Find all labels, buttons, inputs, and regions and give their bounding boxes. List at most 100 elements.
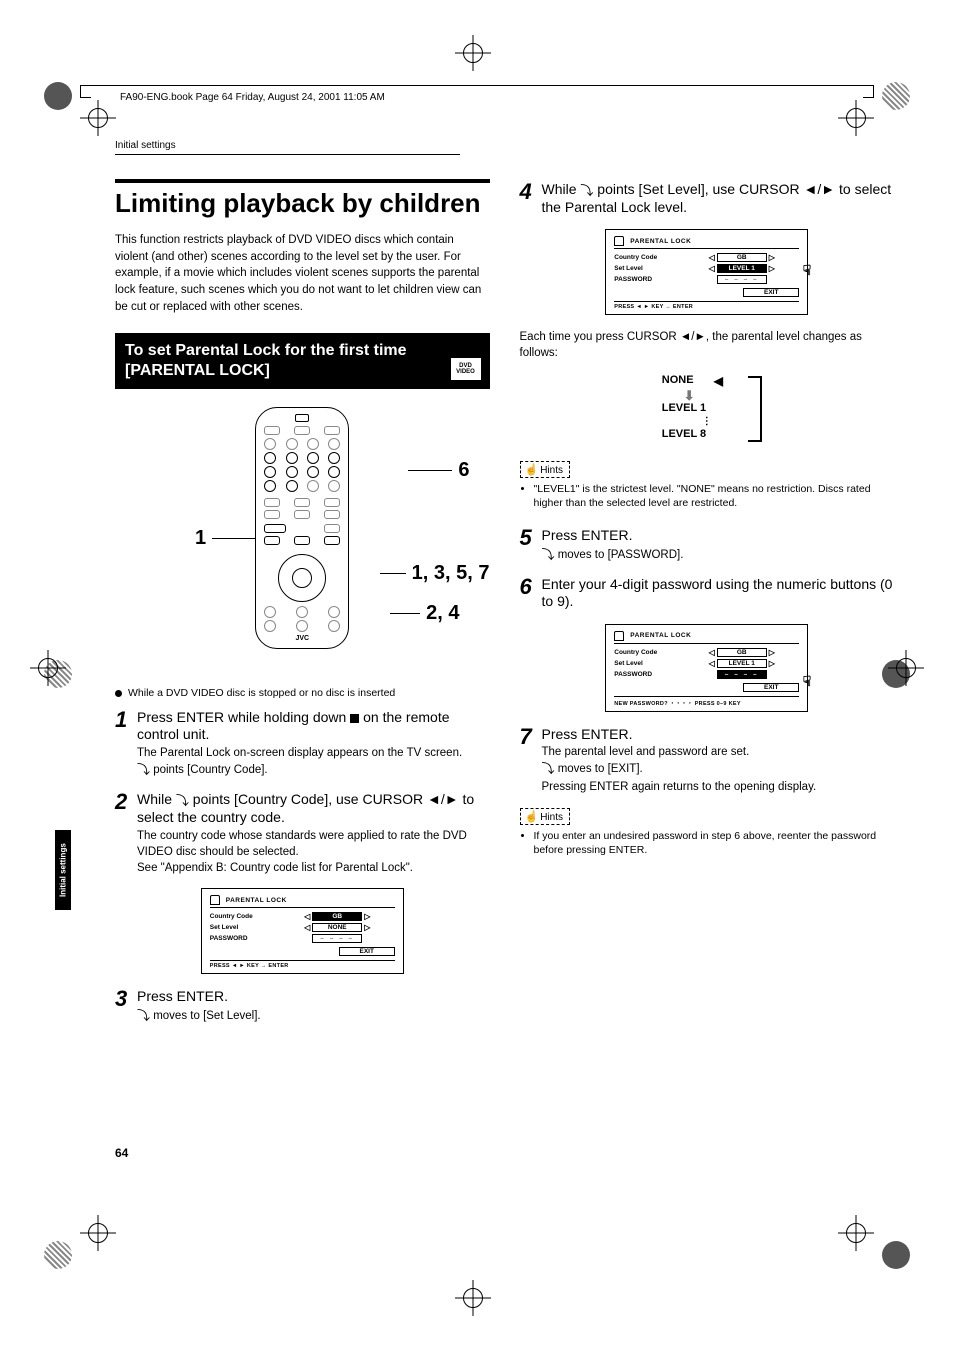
callout-24: 2, 4 xyxy=(390,602,459,625)
osd-row-country: Country Code xyxy=(614,254,684,261)
step-2-number: 2 xyxy=(115,791,137,876)
arrow-left-icon: ◀ xyxy=(714,374,723,388)
osd-row-country: Country Code xyxy=(614,649,684,656)
osd-row-setlevel: Set Level xyxy=(614,660,684,667)
step-4-after: Each time you press CURSOR ◄/►, the pare… xyxy=(520,329,895,361)
step-7-head: Press ENTER. xyxy=(542,726,895,743)
page-title: Limiting playback by children xyxy=(115,189,490,218)
header-bracket xyxy=(80,85,91,98)
precondition-bullet: While a DVD VIDEO disc is stopped or no … xyxy=(115,687,490,699)
pointer-icon: ⤵ xyxy=(542,760,555,778)
osd-row-password: PASSWORD xyxy=(210,935,280,942)
osd-val-level1: LEVEL 1 xyxy=(717,659,767,668)
crosshair-icon xyxy=(80,1215,116,1251)
lock-icon xyxy=(210,895,220,905)
osd-screenshot-3: PARENTAL LOCK Country Code ◁GB▷ Set Leve… xyxy=(605,624,808,712)
step-1: 1 Press ENTER while holding down on the … xyxy=(115,709,490,779)
running-head: Initial settings xyxy=(115,140,460,155)
step-5: 5 Press ENTER. ⤵ moves to [PASSWORD]. xyxy=(520,527,895,564)
hint-1: "LEVEL1" is the strictest level. "NONE" … xyxy=(534,482,895,511)
osd-footer: PRESS ◄ ► KEY → ENTER xyxy=(614,301,799,310)
header-source-line: FA90-ENG.book Page 64 Friday, August 24,… xyxy=(120,92,385,103)
osd-row-setlevel: Set Level xyxy=(614,265,684,272)
osd-title: PARENTAL LOCK xyxy=(226,897,287,904)
step-6: 6 Enter your 4-digit password using the … xyxy=(520,576,895,612)
reg-mark xyxy=(44,1241,72,1269)
osd-val-dashes: – – – – xyxy=(717,670,767,679)
osd-val-none: NONE xyxy=(312,923,362,932)
remote-diagram: JVC 1 6 1, 3, 5, 7 2, 4 xyxy=(115,407,490,677)
dvd-video-badge: DVD VIDEO xyxy=(450,357,482,381)
step-5-body1: ⤵ moves to [PASSWORD]. xyxy=(542,546,895,564)
osd-screenshot-1: PARENTAL LOCK Country Code ◁GB▷ Set Leve… xyxy=(201,888,404,974)
stop-icon xyxy=(350,714,359,723)
cycle-bracket xyxy=(748,376,762,442)
lock-icon xyxy=(614,631,624,641)
osd-footer: NEW PASSWORD? ・・・・ PRESS 0–9 KEY xyxy=(614,696,799,707)
callout-1357: 1, 3, 5, 7 xyxy=(380,562,490,585)
right-column: 4 While ⤵ points [Set Level], use CURSOR… xyxy=(520,179,895,1037)
step-2-body2: See "Appendix B: Country code list for P… xyxy=(137,860,490,876)
side-tab: Initial settings xyxy=(55,830,71,910)
reg-mark xyxy=(882,82,910,110)
hints-list-2: If you enter an undesired password in st… xyxy=(520,829,895,858)
step-7-body2: ⤵ moves to [EXIT]. xyxy=(542,760,895,778)
step-4-head: While ⤵ points [Set Level], use CURSOR ◄… xyxy=(542,181,895,215)
callout-24-label: 2, 4 xyxy=(426,602,459,625)
page-number: 64 xyxy=(115,1146,128,1160)
pointer-icon: ⤵ xyxy=(542,546,555,564)
osd-exit: EXIT xyxy=(743,288,799,297)
step-4-number: 4 xyxy=(520,181,542,217)
step-3-head: Press ENTER. xyxy=(137,988,490,1005)
dvd-badge-line2: VIDEO xyxy=(456,369,475,375)
step-3-body1: ⤵ moves to [Set Level]. xyxy=(137,1007,490,1025)
osd-title: PARENTAL LOCK xyxy=(630,238,691,245)
osd-val-gb: GB xyxy=(312,912,362,921)
pointer-icon: ⤵ xyxy=(176,793,189,809)
callout-1357-label: 1, 3, 5, 7 xyxy=(412,562,490,585)
crosshair-icon xyxy=(838,100,874,136)
osd-footer: PRESS ◄ ► KEY → ENTER xyxy=(210,960,395,969)
callout-6-label: 6 xyxy=(458,459,469,482)
step-1-head: Press ENTER while holding down on the re… xyxy=(137,709,490,743)
step-2-head: While ⤵ points [Country Code], use CURSO… xyxy=(137,791,490,825)
crosshair-icon xyxy=(455,35,491,71)
reg-mark xyxy=(44,82,72,110)
step-3: 3 Press ENTER. ⤵ moves to [Set Level]. xyxy=(115,988,490,1025)
lock-icon xyxy=(614,236,624,246)
hand-icon: ☟ xyxy=(803,673,812,690)
step-5-head: Press ENTER. xyxy=(542,527,895,544)
osd-val-gb: GB xyxy=(717,648,767,657)
crosshair-icon xyxy=(455,1280,491,1316)
step-1-body2: ⤵ points [Country Code]. xyxy=(137,761,490,779)
osd-row-password: PASSWORD xyxy=(614,671,684,678)
reg-mark xyxy=(882,1241,910,1269)
pointer-icon: ⤵ xyxy=(137,1007,150,1025)
title-rule xyxy=(115,179,490,183)
osd-exit: EXIT xyxy=(743,683,799,692)
crosshair-icon xyxy=(838,1215,874,1251)
remote-outline: JVC xyxy=(255,407,349,649)
level-none: NONE xyxy=(662,374,694,386)
callout-1: 1 xyxy=(195,527,256,550)
step-6-head: Enter your 4-digit password using the nu… xyxy=(542,576,895,610)
level-1: LEVEL 1 xyxy=(662,402,706,414)
level-8: LEVEL 8 xyxy=(662,428,706,440)
osd-exit: EXIT xyxy=(339,947,395,956)
remote-logo: JVC xyxy=(295,635,309,642)
step-5-number: 5 xyxy=(520,527,542,564)
step-3-number: 3 xyxy=(115,988,137,1025)
hand-icon: ☝ xyxy=(525,811,539,823)
osd-val-level1: LEVEL 1 xyxy=(717,264,767,273)
osd-title: PARENTAL LOCK xyxy=(630,632,691,639)
pointer-icon: ⤵ xyxy=(580,183,593,199)
left-column: Limiting playback by children This funct… xyxy=(115,179,490,1037)
osd-row-password: PASSWORD xyxy=(614,276,684,283)
level-cycle-diagram: NONE ◀ ⬇ LEVEL 1 ⋮ LEVEL 8 xyxy=(652,374,762,444)
osd-val-dashes: – – – – xyxy=(312,934,362,943)
osd-screenshot-2: PARENTAL LOCK Country Code ◁GB▷ Set Leve… xyxy=(605,229,808,315)
step-2-body1: The country code whose standards were ap… xyxy=(137,828,490,860)
intro-paragraph: This function restricts playback of DVD … xyxy=(115,232,490,315)
hints-tag: ☝Hints xyxy=(520,808,571,825)
step-4: 4 While ⤵ points [Set Level], use CURSOR… xyxy=(520,181,895,217)
